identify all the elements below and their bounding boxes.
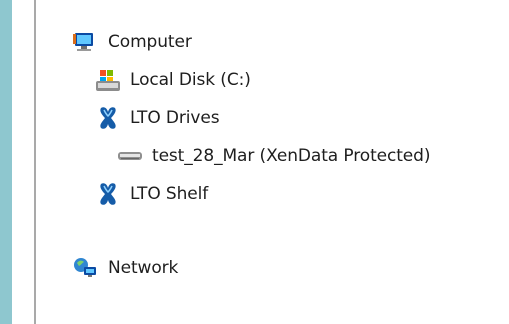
lto-shelf-label: LTO Shelf	[130, 183, 209, 204]
lto-drives-label: LTO Drives	[130, 107, 220, 128]
network-label: Network	[108, 257, 179, 278]
tree-item-lto-shelf[interactable]: LTO Shelf	[94, 179, 208, 209]
local-disk-label: Local Disk (C:)	[130, 69, 251, 90]
lto-drive-icon	[94, 104, 122, 132]
tree-item-lto-drives[interactable]: LTO Drives	[94, 103, 220, 133]
computer-icon	[72, 28, 100, 56]
local-disk-icon	[94, 66, 122, 94]
network-icon	[72, 254, 100, 282]
tree-item-local-disk[interactable]: Local Disk (C:)	[94, 65, 251, 95]
tape-drive-icon	[116, 142, 144, 170]
lto-shelf-icon	[94, 180, 122, 208]
tree-item-test-28-mar[interactable]: test_28_Mar (XenData Protected)	[116, 141, 430, 171]
tree-item-computer[interactable]: Computer	[72, 27, 192, 57]
computer-label: Computer	[108, 31, 192, 52]
test-28-mar-label: test_28_Mar (XenData Protected)	[152, 145, 431, 166]
left-panel-border	[0, 0, 12, 324]
left-divider-line	[34, 0, 36, 324]
tree-item-network[interactable]: Network	[72, 253, 178, 283]
